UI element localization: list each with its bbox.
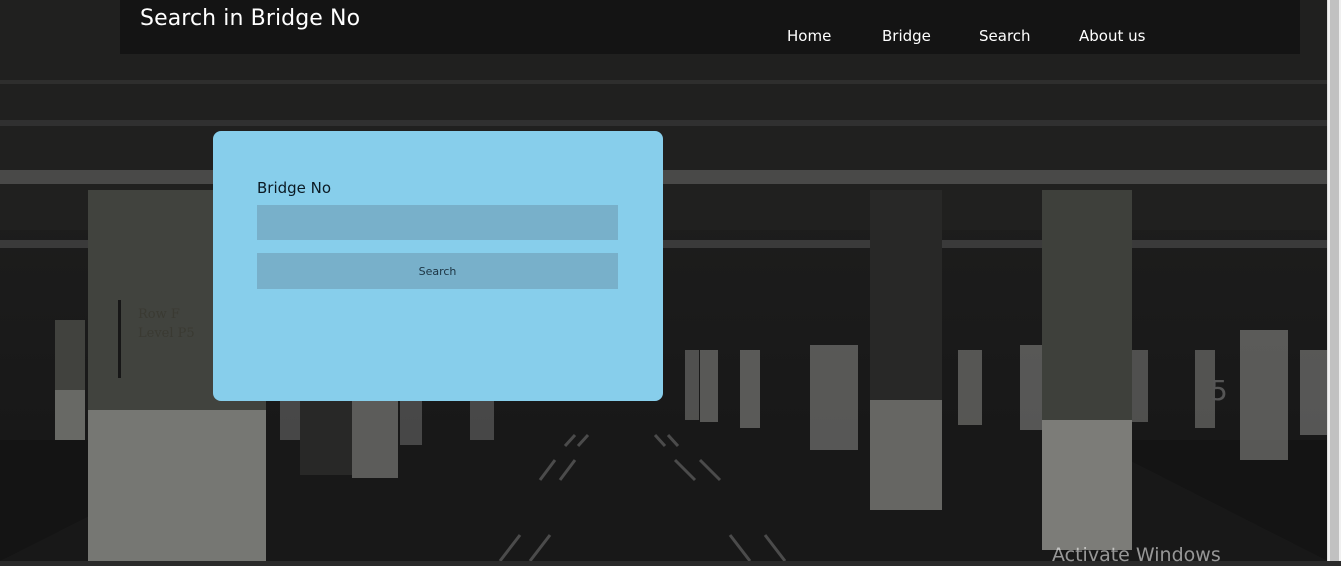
nav-link-bridge[interactable]: Bridge <box>882 27 931 45</box>
scrollbar-thumb[interactable] <box>1330 0 1339 561</box>
page-scrollbar[interactable] <box>1327 0 1341 561</box>
pillar-sign-level: Level P5 <box>138 326 195 341</box>
background-parking-garage-image: Row F Level P5 5 <box>0 0 1328 561</box>
bridge-no-input[interactable] <box>257 205 618 240</box>
nav-link-search[interactable]: Search <box>979 27 1031 45</box>
search-button[interactable]: Search <box>257 253 618 289</box>
pillar-sign-row: Row F <box>138 307 180 322</box>
pillar-number-mark: 5 <box>1210 374 1228 407</box>
search-form-card: Bridge No Search <box>213 131 663 401</box>
site-title: Search in Bridge No <box>140 6 361 31</box>
site-header: Search in Bridge No Home Bridge Search A… <box>0 0 1328 54</box>
bridge-no-label: Bridge No <box>257 179 332 197</box>
nav-link-home[interactable]: Home <box>787 27 831 45</box>
activate-windows-watermark: Activate Windows <box>1052 544 1221 566</box>
nav-link-about-us[interactable]: About us <box>1079 27 1145 45</box>
